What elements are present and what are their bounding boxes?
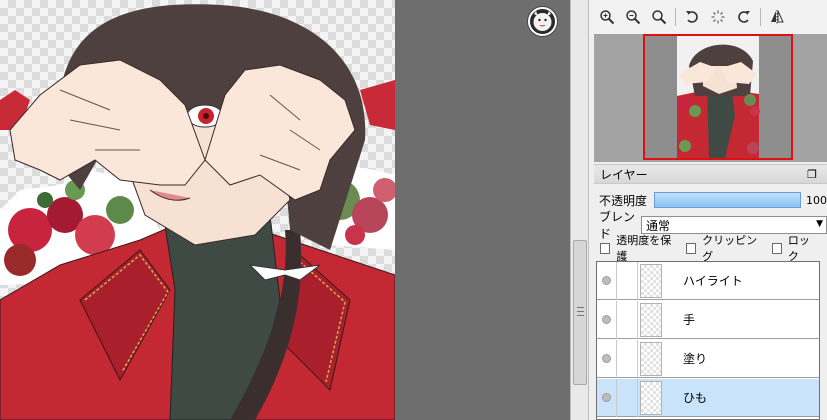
layer-lock-cell[interactable] [617, 339, 638, 378]
right-panel: レイヤー ❐ 不透明度 100 ブレンド 通常 ▼ 透明度を保護 クリッピング … [589, 0, 827, 420]
opacity-fill [655, 193, 800, 207]
checkbox-box[interactable] [685, 242, 697, 254]
navigator-view-frame[interactable] [643, 34, 793, 160]
layer-lock-cell[interactable] [617, 300, 638, 339]
layer-name: ハイライト [683, 274, 743, 288]
opacity-label: 不透明度 [599, 193, 648, 208]
clipping-label: クリッピング [702, 234, 758, 263]
clipping-checkbox[interactable]: クリッピング [685, 232, 763, 264]
layer-name: ひも [683, 391, 708, 405]
chevron-down-icon: ▼ [816, 219, 823, 229]
opacity-slider[interactable] [653, 192, 801, 208]
visibility-toggle-icon[interactable] [597, 300, 617, 339]
layer-lock-cell[interactable] [617, 378, 638, 417]
rotate-right-icon[interactable] [732, 5, 756, 29]
toolbar-separator [675, 8, 676, 26]
flip-horizontal-icon[interactable] [765, 5, 789, 29]
canvas-area[interactable] [0, 0, 570, 420]
navigator-toolbar [589, 0, 827, 34]
layer-thumbnail [640, 380, 662, 415]
layer-thumbnail [640, 263, 662, 298]
lock-checkbox[interactable]: ロック [771, 232, 818, 264]
panel-splitter-scrollbar[interactable] [570, 0, 589, 420]
zoom-reset-icon[interactable] [647, 5, 671, 29]
rotate-left-icon[interactable] [680, 5, 704, 29]
zoom-out-icon[interactable] [621, 5, 645, 29]
layer-item-selected[interactable]: ひも [597, 378, 819, 417]
layer-thumbnail [640, 302, 662, 337]
panel-restore-icon[interactable]: ❐ [807, 168, 817, 181]
layer-item[interactable]: 塗り [597, 339, 819, 378]
visibility-toggle-icon[interactable] [597, 261, 617, 300]
layer-name: 手 [683, 313, 696, 327]
opacity-row: 不透明度 100 [594, 190, 827, 210]
zoom-in-icon[interactable] [595, 5, 619, 29]
checkbox-box[interactable] [771, 242, 782, 254]
toolbar-separator [760, 8, 761, 26]
protect-alpha-checkbox[interactable]: 透明度を保護 [600, 232, 677, 264]
layer-panel-header: レイヤー ❐ [594, 164, 827, 184]
user-avatar-icon[interactable] [528, 7, 557, 36]
visibility-toggle-icon[interactable] [597, 339, 617, 378]
checkbox-box[interactable] [600, 242, 611, 254]
opacity-value: 100 [806, 193, 827, 207]
protect-alpha-label: 透明度を保護 [616, 234, 672, 263]
app-window: レイヤー ❐ 不透明度 100 ブレンド 通常 ▼ 透明度を保護 クリッピング … [0, 0, 827, 420]
layer-options-row: 透明度を保護 クリッピング ロック [594, 234, 827, 263]
visibility-toggle-icon[interactable] [597, 378, 617, 417]
navigator-preview[interactable] [594, 34, 827, 162]
layer-item[interactable]: 手 [597, 300, 819, 339]
layer-item[interactable]: ハイライト [597, 261, 819, 300]
layer-thumbnail [640, 341, 662, 376]
blend-mode-value: 通常 [646, 218, 671, 233]
artwork-canvas[interactable] [0, 0, 395, 420]
layer-list[interactable]: ハイライト 手 塗り ひも [596, 261, 820, 420]
layer-lock-cell[interactable] [617, 261, 638, 300]
rotate-reset-icon[interactable] [706, 5, 730, 29]
navigator-thumbnail [677, 36, 760, 158]
scrollbar-thumb[interactable] [573, 240, 587, 385]
layer-panel-title: レイヤー [600, 167, 648, 182]
artwork-illustration [0, 4, 395, 420]
lock-label: ロック [787, 234, 810, 263]
layer-name: 塗り [683, 352, 708, 366]
